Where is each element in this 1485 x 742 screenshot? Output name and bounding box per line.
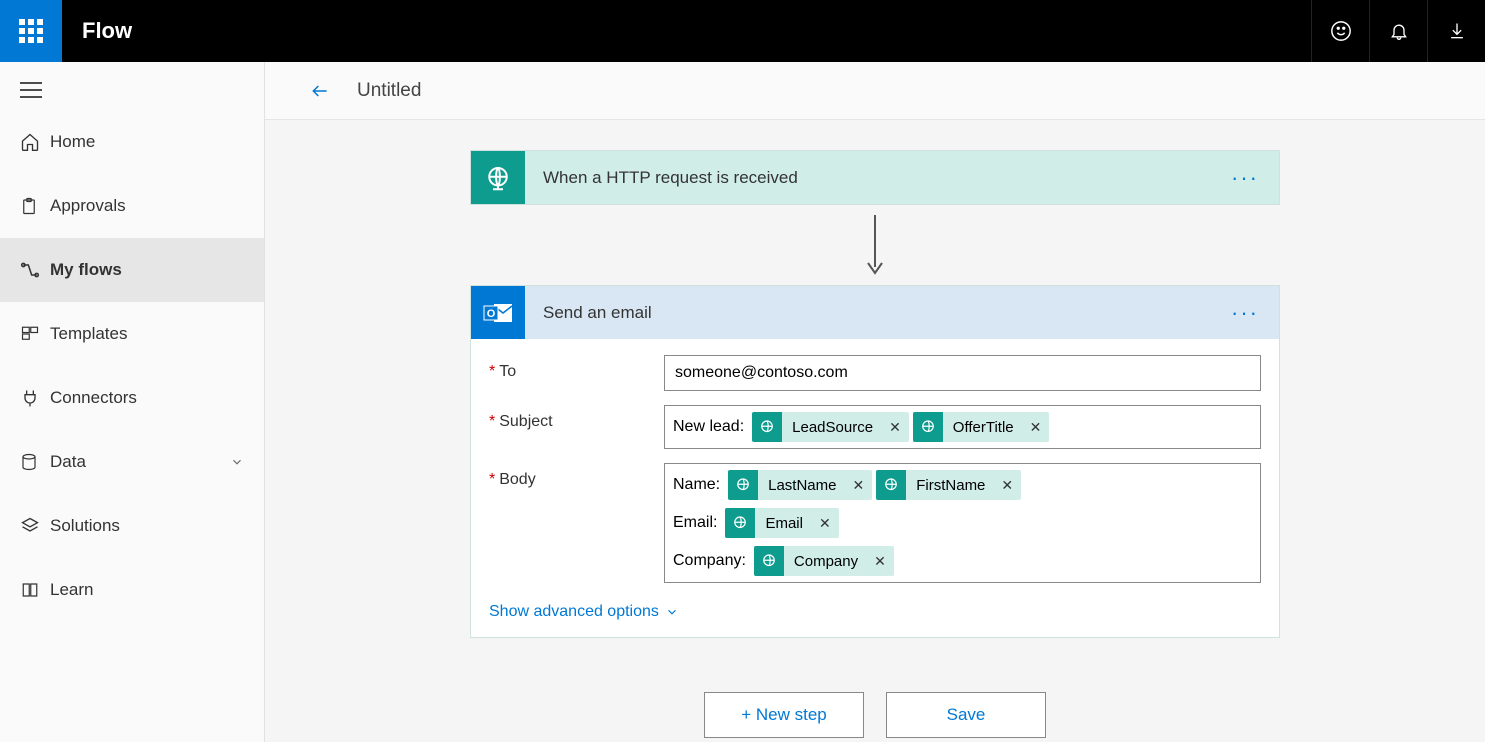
editor-title-bar: Untitled — [265, 62, 1485, 120]
token-remove[interactable]: ✕ — [881, 419, 909, 436]
templates-icon — [20, 325, 40, 343]
sidebar-item-data[interactable]: Data — [0, 430, 264, 494]
download-icon — [1447, 20, 1467, 42]
top-bar: Flow — [0, 0, 1485, 62]
download-button[interactable] — [1427, 0, 1485, 62]
token-remove[interactable]: ✕ — [993, 477, 1021, 494]
http-icon — [471, 151, 525, 204]
new-step-button[interactable]: + New step — [704, 692, 864, 738]
save-button[interactable]: Save — [886, 692, 1046, 738]
dynamic-token[interactable]: Company ✕ — [754, 546, 894, 576]
home-icon — [20, 132, 40, 152]
trigger-header[interactable]: When a HTTP request is received ··· — [471, 151, 1279, 204]
sidebar-item-label: Home — [50, 132, 244, 152]
globe-icon — [725, 508, 755, 538]
bell-icon — [1389, 20, 1409, 42]
sidebar-item-label: Templates — [50, 324, 244, 344]
body-input[interactable]: Name: LastName ✕ FirstName ✕ — [664, 463, 1261, 583]
flow-title-input[interactable]: Untitled — [357, 80, 421, 102]
sidebar-item-learn[interactable]: Learn — [0, 558, 264, 622]
sidebar-item-label: My flows — [50, 260, 244, 280]
sidebar: Home Approvals My flows Templates Connec… — [0, 62, 265, 742]
globe-icon — [876, 470, 906, 500]
main-layout: Home Approvals My flows Templates Connec… — [0, 62, 1485, 742]
sidebar-item-solutions[interactable]: Solutions — [0, 494, 264, 558]
action-header[interactable]: O Send an email ··· — [471, 286, 1279, 339]
action-title: Send an email — [525, 303, 1231, 323]
body-prefix: Name: — [673, 476, 720, 494]
sidebar-item-label: Solutions — [50, 516, 244, 536]
body-prefix: Email: — [673, 514, 717, 532]
sidebar-item-templates[interactable]: Templates — [0, 302, 264, 366]
database-icon — [20, 452, 38, 472]
bottom-actions: + New step Save — [704, 692, 1046, 738]
arrow-left-icon — [307, 81, 333, 101]
layers-icon — [20, 516, 40, 536]
chevron-down-icon — [230, 455, 244, 469]
action-step: O Send an email ··· *To someone@contoso.… — [470, 285, 1280, 638]
subject-prefix: New lead: — [673, 418, 744, 436]
sidebar-item-label: Connectors — [50, 388, 244, 408]
to-value: someone@contoso.com — [675, 364, 848, 382]
subject-input[interactable]: New lead: LeadSource ✕ OfferTitle ✕ — [664, 405, 1261, 449]
token-remove[interactable]: ✕ — [845, 477, 873, 494]
globe-icon — [913, 412, 943, 442]
flow-icon — [20, 260, 40, 280]
trigger-step: When a HTTP request is received ··· — [470, 150, 1280, 205]
waffle-icon — [19, 19, 43, 43]
globe-icon — [754, 546, 784, 576]
flow-canvas: When a HTTP request is received ··· O Se… — [265, 120, 1485, 742]
token-remove[interactable]: ✕ — [866, 553, 894, 570]
app-launcher-button[interactable] — [0, 0, 62, 62]
sidebar-item-label: Data — [50, 452, 230, 472]
trigger-title: When a HTTP request is received — [525, 168, 1231, 188]
action-menu-button[interactable]: ··· — [1231, 300, 1259, 326]
body-prefix: Company: — [673, 552, 746, 570]
hamburger-icon — [20, 82, 42, 98]
field-label: *Subject — [489, 405, 664, 449]
book-icon — [20, 581, 40, 599]
dynamic-token[interactable]: LeadSource ✕ — [752, 412, 909, 442]
show-advanced-options[interactable]: Show advanced options — [489, 597, 679, 627]
field-subject: *Subject New lead: LeadSource ✕ OfferTit… — [489, 405, 1261, 449]
field-label: *Body — [489, 463, 664, 583]
sidebar-item-home[interactable]: Home — [0, 110, 264, 174]
sidebar-item-my-flows[interactable]: My flows — [0, 238, 264, 302]
sidebar-item-connectors[interactable]: Connectors — [0, 366, 264, 430]
globe-icon — [752, 412, 782, 442]
svg-text:O: O — [487, 308, 496, 320]
trigger-menu-button[interactable]: ··· — [1231, 165, 1259, 191]
dynamic-token[interactable]: OfferTitle ✕ — [913, 412, 1050, 442]
notifications-button[interactable] — [1369, 0, 1427, 62]
dynamic-token[interactable]: LastName ✕ — [728, 470, 872, 500]
sidebar-item-approvals[interactable]: Approvals — [0, 174, 264, 238]
outlook-icon: O — [471, 286, 525, 339]
chevron-down-icon — [665, 605, 679, 619]
connector-arrow — [865, 205, 885, 285]
dynamic-token[interactable]: FirstName ✕ — [876, 470, 1021, 500]
token-remove[interactable]: ✕ — [811, 515, 839, 532]
token-remove[interactable]: ✕ — [1022, 419, 1050, 436]
field-to: *To someone@contoso.com — [489, 355, 1261, 391]
back-button[interactable] — [307, 81, 333, 101]
content: Untitled When a HTTP request is received… — [265, 62, 1485, 742]
arrow-down-icon — [865, 215, 885, 275]
app-title: Flow — [62, 18, 132, 44]
plug-icon — [20, 388, 40, 408]
sidebar-item-label: Approvals — [50, 196, 244, 216]
to-input[interactable]: someone@contoso.com — [664, 355, 1261, 391]
field-body: *Body Name: LastName ✕ FirstName — [489, 463, 1261, 583]
sidebar-item-label: Learn — [50, 580, 244, 600]
sidebar-toggle[interactable] — [0, 62, 264, 110]
feedback-button[interactable] — [1311, 0, 1369, 62]
field-label: *To — [489, 355, 664, 391]
action-body: *To someone@contoso.com *Subject New lea… — [471, 339, 1279, 637]
smile-icon — [1330, 20, 1352, 42]
dynamic-token[interactable]: Email ✕ — [725, 508, 838, 538]
globe-icon — [728, 470, 758, 500]
top-right-actions — [1311, 0, 1485, 62]
clipboard-icon — [20, 196, 38, 216]
